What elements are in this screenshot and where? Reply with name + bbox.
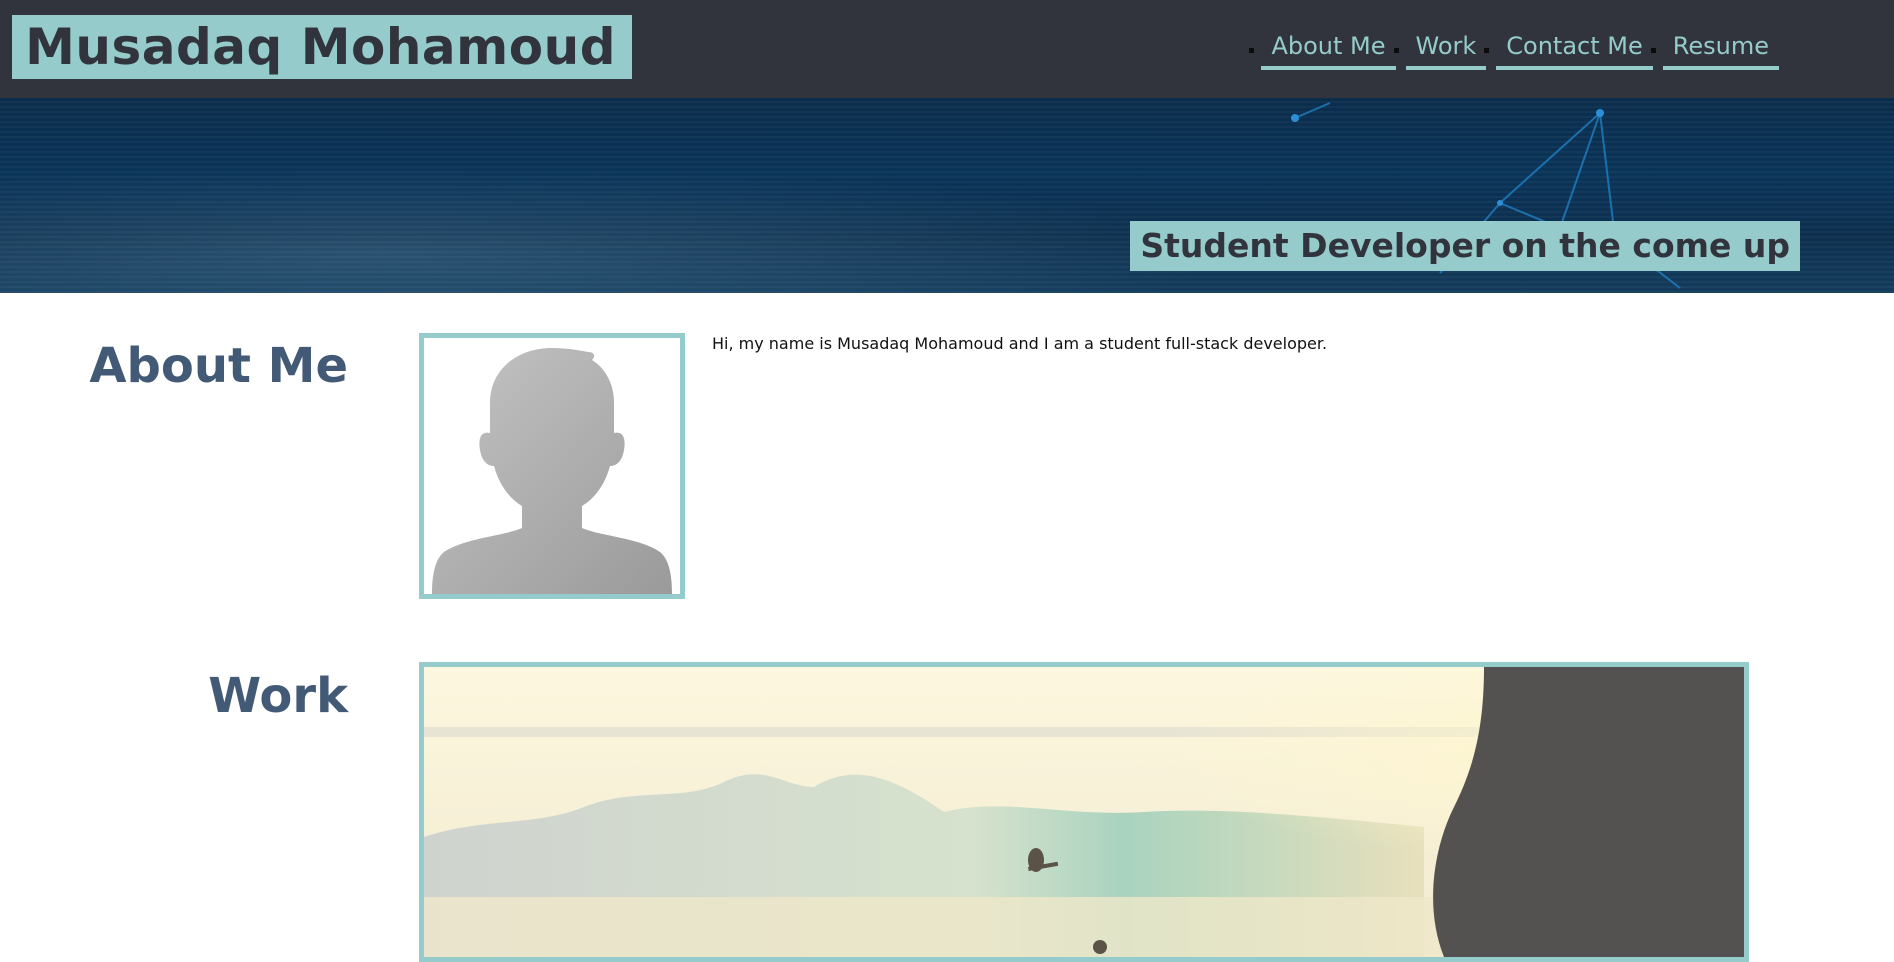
surfer-photo-icon bbox=[424, 667, 1744, 957]
work-heading: Work bbox=[208, 668, 348, 724]
site-header: Musadaq Mohamoud About Me Work Contact M… bbox=[0, 0, 1894, 98]
site-title[interactable]: Musadaq Mohamoud bbox=[12, 15, 632, 79]
about-text: Hi, my name is Musadaq Mohamoud and I am… bbox=[712, 334, 1328, 353]
nav-link-resume[interactable]: Resume bbox=[1650, 30, 1779, 70]
nav-link-work[interactable]: Work bbox=[1393, 30, 1487, 70]
nav-link-contact[interactable]: Contact Me bbox=[1484, 30, 1653, 70]
hero-tagline: Student Developer on the come up bbox=[1130, 221, 1800, 271]
hero-banner: Student Developer on the come up bbox=[0, 98, 1894, 293]
about-heading: About Me bbox=[89, 338, 348, 394]
person-silhouette-icon bbox=[432, 348, 672, 594]
nav-link-about[interactable]: About Me bbox=[1249, 30, 1396, 70]
main-nav: About Me Work Contact Me Resume bbox=[1249, 30, 1779, 70]
work-project-image[interactable] bbox=[419, 662, 1749, 962]
profile-image bbox=[419, 333, 685, 599]
